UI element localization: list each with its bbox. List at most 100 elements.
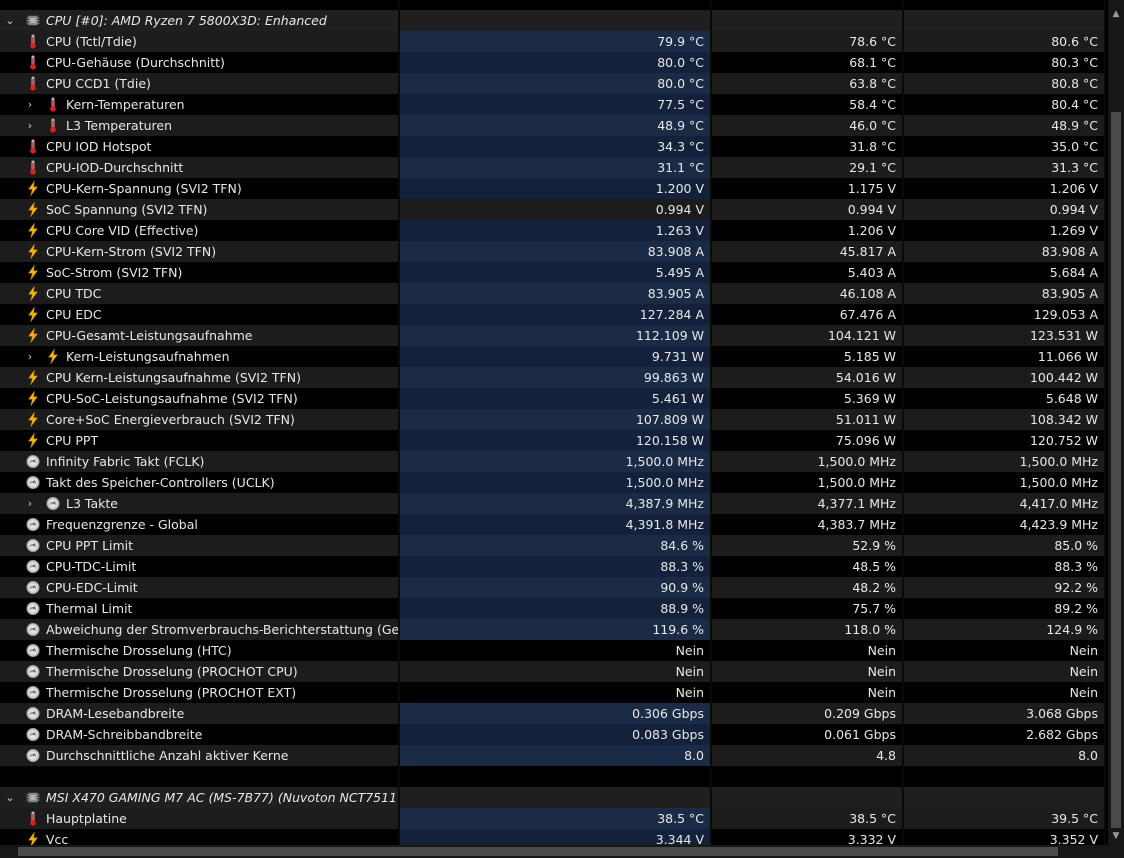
expand-chevron-icon[interactable]: ›	[24, 115, 36, 136]
expand-chevron-icon[interactable]: ›	[24, 346, 36, 367]
sensor-row[interactable]: CPU Kern-Leistungsaufnahme (SVI2 TFN) 99.…	[0, 367, 1108, 388]
sensor-row[interactable]: CPU PPT 120.158 W 75.096 W 120.752 W	[0, 430, 1108, 451]
maximum-value: 31.3 °C	[1051, 160, 1098, 175]
sensor-row[interactable]: CPU Core VID (Effective) 1.263 V 1.206 V 1.…	[0, 220, 1108, 241]
vertical-scrollbar[interactable]: ▲ ▼	[1108, 0, 1124, 845]
sensor-row[interactable]: CPU IOD Hotspot 34.3 °C 31.8 °C 35.0 °C	[0, 136, 1108, 157]
sensor-label: CPU-Kern-Spannung (SVI2 TFN)	[46, 181, 242, 196]
minimum-value: 104.121 W	[827, 328, 896, 343]
sensor-row[interactable]: Core+SoC Energieverbrauch (SVI2 TFN) 107.…	[0, 409, 1108, 430]
maximum-value: 35.0 °C	[1051, 139, 1098, 154]
chip-icon	[26, 790, 40, 805]
expand-chevron-icon[interactable]: ›	[24, 493, 36, 514]
sensor-row[interactable]: CPU-SoC-Leistungsaufnahme (SVI2 TFN) 5.46…	[0, 388, 1108, 409]
sensor-row[interactable]: CPU-Gehäuse (Durchschnitt) 80.0 °C 68.1 °C…	[0, 52, 1108, 73]
scroll-up-arrow-icon[interactable]: ▲	[1108, 8, 1124, 20]
sensor-row[interactable]: CPU TDC 83.905 A 46.108 A 83.905 A	[0, 283, 1108, 304]
clock-icon	[26, 643, 40, 658]
maximum-value: 83.908 A	[1041, 244, 1098, 259]
current-value: 1,500.0 MHz	[625, 454, 704, 469]
sensor-row[interactable]: DRAM-Schreibbandbreite 0.083 Gbps 0.061 Gb…	[0, 724, 1108, 745]
sensor-row[interactable]: Hauptplatine 38.5 °C 38.5 °C 39.5 °C	[0, 808, 1108, 829]
sensor-row[interactable]: › Kern-Leistungsaufnahmen 9.731 W 5.185 W 11…	[0, 346, 1108, 367]
clock-icon	[26, 538, 40, 553]
sensor-row[interactable]: SoC-Strom (SVI2 TFN) 5.495 A 5.403 A 5.684 …	[0, 262, 1108, 283]
collapse-chevron-icon[interactable]: ⌄	[4, 10, 16, 31]
clock-icon	[46, 496, 60, 511]
sensor-row[interactable]: CPU-Kern-Spannung (SVI2 TFN) 1.200 V 1.175…	[0, 178, 1108, 199]
minimum-value: 48.5 %	[852, 559, 896, 574]
sensor-label: DRAM-Schreibbandbreite	[46, 727, 203, 742]
clock-icon	[26, 475, 40, 490]
maximum-value: 1.269 V	[1049, 223, 1098, 238]
horizontal-scrollbar-thumb[interactable]	[18, 847, 1058, 856]
vertical-scrollbar-thumb[interactable]	[1111, 112, 1121, 828]
sensor-row[interactable]: › L3 Temperaturen 48.9 °C 46.0 °C 48.9 °C	[0, 115, 1108, 136]
sensor-row[interactable]: › L3 Takte 4,387.9 MHz 4,377.1 MHz 4,417.0 M…	[0, 493, 1108, 514]
sensor-row[interactable]: Vcc 3.344 V 3.332 V 3.352 V	[0, 829, 1108, 845]
clock-icon	[26, 748, 40, 763]
sensor-row[interactable]: CPU-Kern-Strom (SVI2 TFN) 83.908 A 45.817 …	[0, 241, 1108, 262]
sensor-row[interactable]: Thermische Drosselung (PROCHOT CPU) Nein N…	[0, 661, 1108, 682]
column-separator	[1104, 0, 1106, 845]
lightning-icon	[26, 243, 40, 260]
minimum-value: 78.6 °C	[849, 34, 896, 49]
sensor-row[interactable]: CPU-IOD-Durchschnitt 31.1 °C 29.1 °C 31.3 °…	[0, 157, 1108, 178]
lightning-icon	[26, 264, 40, 281]
thermometer-icon	[46, 97, 60, 112]
scroll-down-arrow-icon[interactable]: ▼	[1108, 830, 1124, 842]
current-value: 80.0 °C	[657, 55, 704, 70]
maximum-value: 123.531 W	[1029, 328, 1098, 343]
sensor-label: CPU-SoC-Leistungsaufnahme (SVI2 TFN)	[46, 391, 298, 406]
current-value: 83.905 A	[647, 286, 704, 301]
current-value: 0.083 Gbps	[632, 727, 704, 742]
maximum-value: 2.682 Gbps	[1026, 727, 1098, 742]
sensor-row[interactable]: CPU-Gesamt-Leistungsaufnahme 112.109 W 104…	[0, 325, 1108, 346]
horizontal-scrollbar[interactable]	[0, 845, 1108, 858]
lightning-icon	[26, 831, 40, 845]
minimum-value: 46.0 °C	[849, 118, 896, 133]
minimum-value: 75.096 W	[835, 433, 896, 448]
minimum-value: 0.209 Gbps	[824, 706, 896, 721]
sensor-label: L3 Takte	[66, 496, 118, 511]
sensor-row[interactable]: CPU PPT Limit 84.6 % 52.9 % 85.0 %	[0, 535, 1108, 556]
sensor-row[interactable]: CPU-TDC-Limit 88.3 % 48.5 % 88.3 %	[0, 556, 1108, 577]
sensor-row[interactable]: CPU EDC 127.284 A 67.476 A 129.053 A	[0, 304, 1108, 325]
column-separator	[398, 0, 400, 845]
partial-row	[0, 0, 1108, 10]
sensor-row[interactable]: › Kern-Temperaturen 77.5 °C 58.4 °C 80.4 °C	[0, 94, 1108, 115]
minimum-value: 54.016 W	[835, 370, 896, 385]
sensor-label: SoC Spannung (SVI2 TFN)	[46, 202, 208, 217]
expand-chevron-icon[interactable]: ›	[24, 94, 36, 115]
maximum-value: 89.2 %	[1054, 601, 1098, 616]
minimum-value: 45.817 A	[839, 244, 896, 259]
sensor-row[interactable]: Thermische Drosselung (PROCHOT EXT) Nein N…	[0, 682, 1108, 703]
minimum-value: 67.476 A	[839, 307, 896, 322]
sensor-row[interactable]: CPU (Tctl/Tdie) 79.9 °C 78.6 °C 80.6 °C	[0, 31, 1108, 52]
current-value: 127.284 A	[639, 307, 704, 322]
maximum-value: 48.9 °C	[1051, 118, 1098, 133]
thermometer-icon	[26, 55, 40, 70]
sensor-row[interactable]: Abweichung der Stromverbrauchs-Berichter…	[0, 619, 1108, 640]
sensor-row[interactable]: Thermische Drosselung (HTC) Nein Nein Nein	[0, 640, 1108, 661]
sensor-row[interactable]: Frequenzgrenze - Global 4,391.8 MHz 4,383.…	[0, 514, 1108, 535]
group-header-row[interactable]: ⌄ MSI X470 GAMING M7 AC (MS-7B77) (Nuvoto…	[0, 787, 1108, 808]
sensor-row[interactable]: Durchschnittliche Anzahl aktiver Kerne 8.…	[0, 745, 1108, 766]
sensor-row[interactable]: CPU-EDC-Limit 90.9 % 48.2 % 92.2 %	[0, 577, 1108, 598]
sensor-row[interactable]: Thermal Limit 88.9 % 75.7 % 89.2 %	[0, 598, 1108, 619]
sensor-row[interactable]: SoC Spannung (SVI2 TFN) 0.994 V 0.994 V 0.9…	[0, 199, 1108, 220]
maximum-value: 80.4 °C	[1051, 97, 1098, 112]
minimum-value: 118.0 %	[844, 622, 896, 637]
minimum-value: Nein	[867, 664, 896, 679]
sensor-row[interactable]: Infinity Fabric Takt (FCLK) 1,500.0 MHz 1,…	[0, 451, 1108, 472]
current-value: 4,391.8 MHz	[625, 517, 704, 532]
thermometer-icon	[46, 118, 60, 133]
maximum-value: 1.206 V	[1049, 181, 1098, 196]
current-value: 99.863 W	[643, 370, 704, 385]
sensor-row[interactable]: CPU CCD1 (Tdie) 80.0 °C 63.8 °C 80.8 °C	[0, 73, 1108, 94]
clock-icon	[26, 706, 40, 721]
sensor-row[interactable]: DRAM-Lesebandbreite 0.306 Gbps 0.209 Gbps 3…	[0, 703, 1108, 724]
sensor-row[interactable]: Takt des Speicher-Controllers (UCLK) 1,50…	[0, 472, 1108, 493]
group-header-row[interactable]: ⌄ CPU [#0]: AMD Ryzen 7 5800X3D: Enhanced	[0, 10, 1108, 31]
collapse-chevron-icon[interactable]: ⌄	[4, 787, 16, 808]
